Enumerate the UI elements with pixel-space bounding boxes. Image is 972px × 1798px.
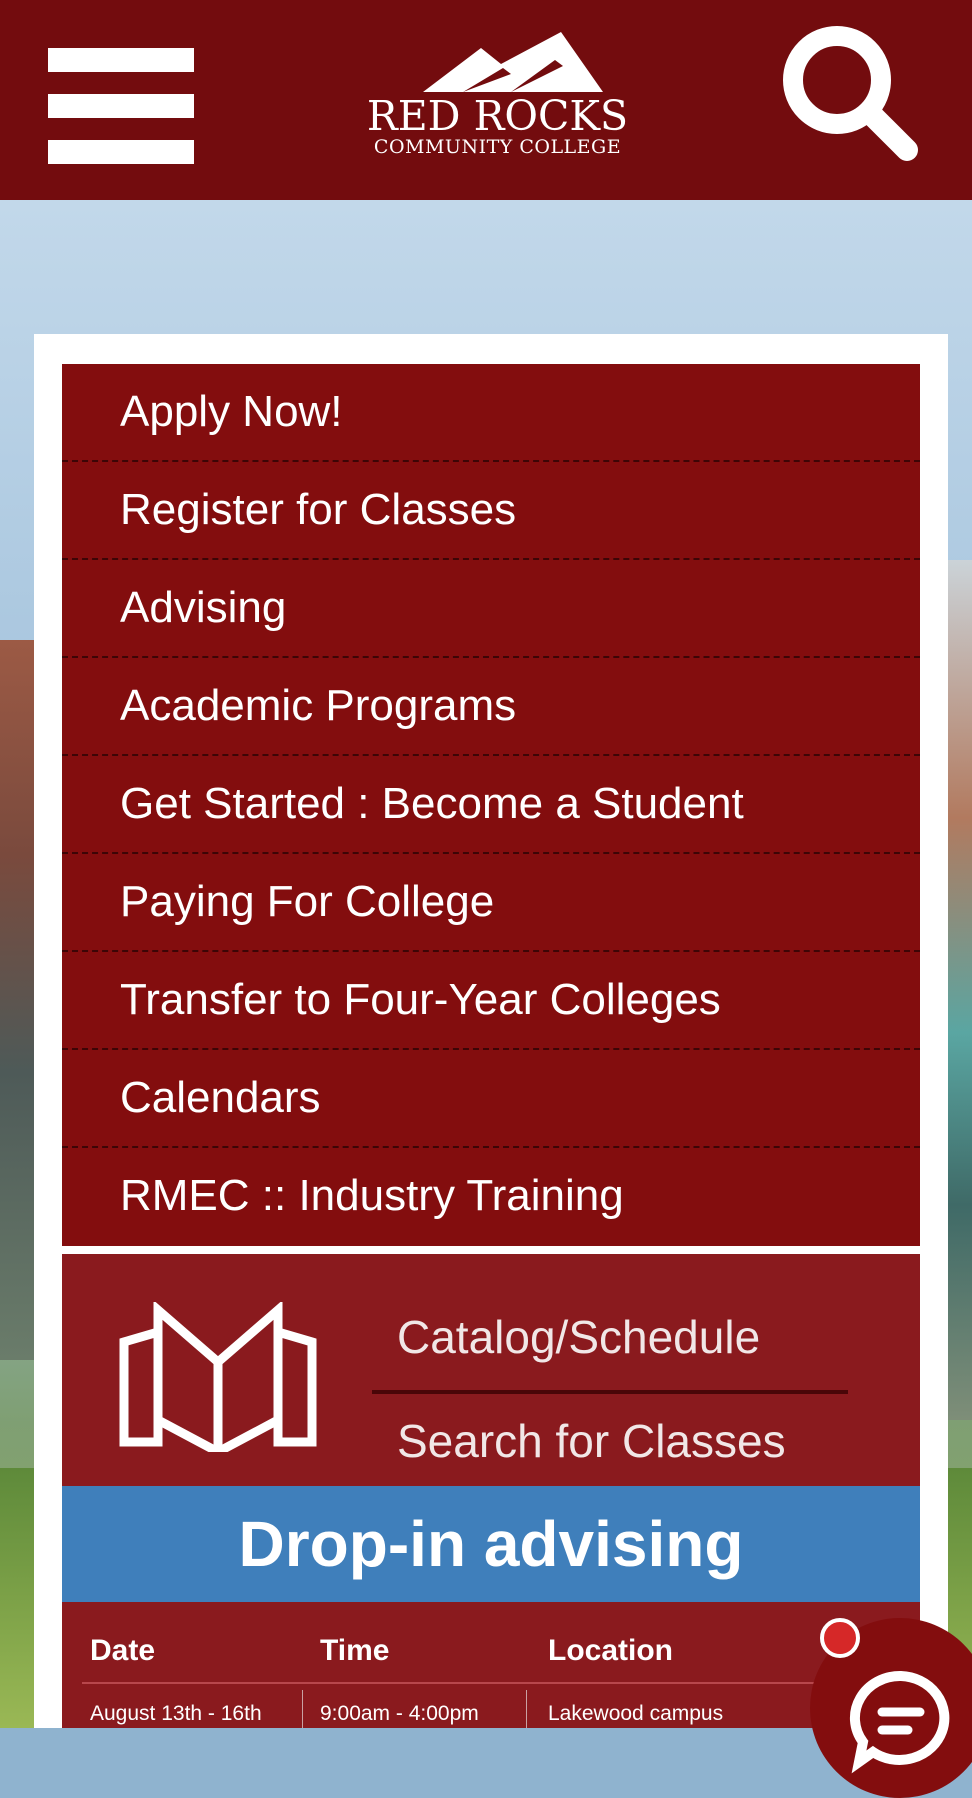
hamburger-menu-icon[interactable] xyxy=(48,48,194,164)
nav-item-advising[interactable]: Advising xyxy=(62,560,920,658)
logo-name: RED ROCKS xyxy=(366,92,629,140)
header-divider xyxy=(82,1682,882,1684)
nav-item-get-started[interactable]: Get Started : Become a Student xyxy=(62,756,920,854)
cell-time: 9:00am - 4:00pm xyxy=(320,1702,479,1725)
mountain-logo-icon xyxy=(422,32,603,92)
banner-divider xyxy=(372,1390,848,1394)
nav-item-calendars[interactable]: Calendars xyxy=(62,1050,920,1148)
search-icon[interactable] xyxy=(775,18,925,168)
quick-links-nav: Apply Now! Register for Classes Advising… xyxy=(62,364,920,1246)
nav-item-register[interactable]: Register for Classes xyxy=(62,462,920,560)
site-header: RED ROCKS COMMUNITY COLLEGE xyxy=(0,0,972,200)
column-header-location: Location xyxy=(548,1634,673,1667)
cell-location: Lakewood campus xyxy=(548,1702,724,1725)
catalog-schedule-link[interactable]: Catalog/Schedule xyxy=(397,1310,917,1364)
chat-bubble-icon xyxy=(849,1670,950,1774)
cell-date: August 13th - 16th xyxy=(90,1702,262,1725)
notification-dot xyxy=(820,1618,860,1658)
logo-subtitle: COMMUNITY COLLEGE xyxy=(373,136,622,158)
chat-widget-button[interactable] xyxy=(810,1618,972,1798)
advising-schedule-table: Date Time Location August 13th - 16th 9:… xyxy=(62,1602,920,1728)
drop-in-advising-heading: Drop-in advising xyxy=(62,1486,920,1602)
college-logo[interactable]: RED ROCKS COMMUNITY COLLEGE xyxy=(360,30,635,170)
nav-item-academic-programs[interactable]: Academic Programs xyxy=(62,658,920,756)
nav-item-transfer[interactable]: Transfer to Four-Year Colleges xyxy=(62,952,920,1050)
catalog-schedule-banner[interactable]: Catalog/Schedule Search for Classes xyxy=(62,1254,920,1486)
nav-item-apply-now[interactable]: Apply Now! xyxy=(62,364,920,462)
nav-item-paying-for-college[interactable]: Paying For College xyxy=(62,854,920,952)
column-header-time: Time xyxy=(320,1634,390,1667)
open-book-icon xyxy=(119,1302,317,1452)
nav-item-rmec[interactable]: RMEC :: Industry Training xyxy=(62,1148,920,1246)
search-for-classes-link[interactable]: Search for Classes xyxy=(397,1414,917,1468)
column-header-date: Date xyxy=(90,1634,156,1667)
